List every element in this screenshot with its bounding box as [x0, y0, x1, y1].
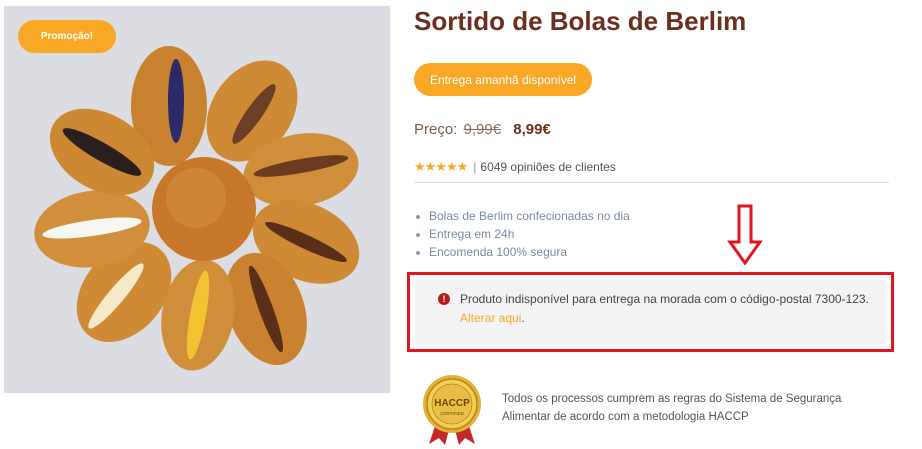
- haccp-seal-title: HACCP: [434, 398, 470, 409]
- price-row: Preço: 9,99€ 8,99€: [414, 121, 551, 138]
- price-label: Preço:: [414, 121, 458, 138]
- rating-stars-icon: ★★★★★: [414, 159, 468, 174]
- feature-item: Encomenda 100% segura: [416, 244, 630, 262]
- divider: [414, 182, 889, 183]
- alert-link-suffix: .: [521, 311, 525, 325]
- rating-separator: |: [473, 160, 477, 174]
- unavailable-alert-highlight: ! Produto indisponível para entrega na m…: [407, 272, 894, 352]
- berliner-donuts-photo: [4, 6, 390, 393]
- haccp-text-line: Todos os processos cumprem as regras do …: [502, 393, 842, 405]
- promo-badge: Promoção!: [18, 20, 116, 53]
- bullet-icon: [416, 250, 420, 255]
- feature-item: Entrega em 24h: [416, 226, 630, 244]
- haccp-seal-icon: HACCP CERTIFIED: [423, 375, 481, 445]
- feature-list: Bolas de Berlim confecionadas no dia Ent…: [416, 208, 630, 262]
- product-title: Sortido de Bolas de Berlim: [414, 6, 747, 36]
- price-old: 9,99€: [463, 121, 502, 138]
- bullet-icon: [416, 214, 420, 219]
- bullet-icon: [416, 232, 420, 237]
- product-page: Promoção! Sortido de Bolas de Berlim Ent…: [0, 0, 922, 449]
- price-new: 8,99€: [513, 121, 551, 138]
- feature-item: Bolas de Berlim confecionadas no dia: [416, 208, 630, 226]
- haccp-text-line: Alimentar de acordo com a metodologia HA…: [502, 411, 749, 423]
- alert-message: Produto indisponível para entrega na mor…: [460, 292, 869, 306]
- delivery-available-badge: Entrega amanhã disponível: [414, 63, 592, 96]
- down-arrow-annotation-icon: [727, 204, 763, 266]
- unavailable-alert: ! Produto indisponível para entrega na m…: [415, 280, 886, 344]
- change-postcode-link[interactable]: Alterar aqui: [460, 311, 521, 325]
- haccp-description: Todos os processos cumprem as regras do …: [502, 390, 902, 426]
- haccp-seal-subtitle: CERTIFIED: [440, 411, 464, 416]
- exclamation-icon: !: [438, 293, 450, 305]
- rating-row[interactable]: ★★★★★ | 6049 opiniões de clientes: [414, 159, 616, 175]
- reviews-count-link[interactable]: 6049 opiniões de clientes: [480, 160, 615, 174]
- product-image[interactable]: Promoção!: [4, 6, 390, 393]
- change-postcode-link-row: Alterar aqui.: [460, 311, 525, 325]
